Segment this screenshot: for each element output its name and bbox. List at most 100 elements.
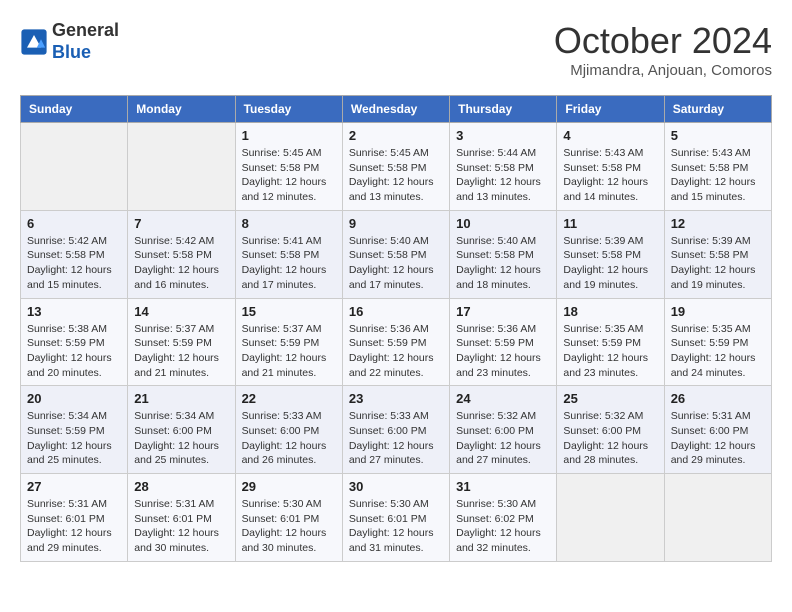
calendar-week-row: 27 Sunrise: 5:31 AM Sunset: 6:01 PM Dayli… bbox=[21, 474, 772, 562]
calendar-cell: 2 Sunrise: 5:45 AM Sunset: 5:58 PM Daylig… bbox=[342, 123, 449, 211]
calendar-cell: 10Sunrise: 5:40 AM Sunset: 5:58 PM Dayli… bbox=[450, 210, 557, 298]
calendar-table: SundayMondayTuesdayWednesdayThursdayFrid… bbox=[20, 95, 772, 562]
calendar-cell: 18 Sunrise: 5:35 AM Sunset: 5:59 PM Dayli… bbox=[557, 298, 664, 386]
day-info: Sunrise: 5:36 AM Sunset: 5:59 PM Dayligh… bbox=[456, 322, 550, 381]
day-info: Sunrise: 5:43 AM Sunset: 5:58 PM Dayligh… bbox=[671, 146, 765, 205]
weekday-header: Thursday bbox=[450, 96, 557, 123]
calendar-cell: 15 Sunrise: 5:37 AM Sunset: 5:59 PM Dayli… bbox=[235, 298, 342, 386]
calendar-cell: 24Sunrise: 5:32 AM Sunset: 6:00 PM Dayli… bbox=[450, 386, 557, 474]
day-info: Sunrise: 5:42 AM Sunset: 5:58 PM Dayligh… bbox=[134, 234, 228, 293]
day-info: Sunrise: 5:43 AM Sunset: 5:58 PM Dayligh… bbox=[563, 146, 657, 205]
weekday-header: Wednesday bbox=[342, 96, 449, 123]
day-info: Sunrise: 5:38 AM Sunset: 5:59 PM Dayligh… bbox=[27, 322, 121, 381]
weekday-header: Friday bbox=[557, 96, 664, 123]
location: Mjimandra, Anjouan, Comoros bbox=[554, 62, 772, 79]
calendar-cell bbox=[128, 123, 235, 211]
calendar-cell: 25Sunrise: 5:32 AM Sunset: 6:00 PM Dayli… bbox=[557, 386, 664, 474]
calendar-week-row: 13 Sunrise: 5:38 AM Sunset: 5:59 PM Dayli… bbox=[21, 298, 772, 386]
logo: General Blue bbox=[20, 20, 119, 63]
day-number: 31 bbox=[456, 479, 550, 494]
day-number: 30 bbox=[349, 479, 443, 494]
day-number: 7 bbox=[134, 216, 228, 231]
calendar-cell bbox=[21, 123, 128, 211]
day-info: Sunrise: 5:37 AM Sunset: 5:59 PM Dayligh… bbox=[242, 322, 336, 381]
day-info: Sunrise: 5:42 AM Sunset: 5:58 PM Dayligh… bbox=[27, 234, 121, 293]
day-info: Sunrise: 5:44 AM Sunset: 5:58 PM Dayligh… bbox=[456, 146, 550, 205]
day-number: 22 bbox=[242, 391, 336, 406]
weekday-header: Sunday bbox=[21, 96, 128, 123]
day-number: 4 bbox=[563, 128, 657, 143]
day-info: Sunrise: 5:35 AM Sunset: 5:59 PM Dayligh… bbox=[671, 322, 765, 381]
day-info: Sunrise: 5:34 AM Sunset: 5:59 PM Dayligh… bbox=[27, 409, 121, 468]
calendar-cell: 26 Sunrise: 5:31 AM Sunset: 6:00 PM Dayli… bbox=[664, 386, 771, 474]
calendar-cell: 14Sunrise: 5:37 AM Sunset: 5:59 PM Dayli… bbox=[128, 298, 235, 386]
calendar-cell: 22 Sunrise: 5:33 AM Sunset: 6:00 PM Dayli… bbox=[235, 386, 342, 474]
calendar-cell: 28 Sunrise: 5:31 AM Sunset: 6:01 PM Dayli… bbox=[128, 474, 235, 562]
calendar-cell bbox=[557, 474, 664, 562]
title-area: October 2024 Mjimandra, Anjouan, Comoros bbox=[554, 20, 772, 79]
day-info: Sunrise: 5:30 AM Sunset: 6:01 PM Dayligh… bbox=[349, 497, 443, 556]
calendar-cell: 5 Sunrise: 5:43 AM Sunset: 5:58 PM Daylig… bbox=[664, 123, 771, 211]
day-info: Sunrise: 5:30 AM Sunset: 6:02 PM Dayligh… bbox=[456, 497, 550, 556]
day-number: 20 bbox=[27, 391, 121, 406]
weekday-row: SundayMondayTuesdayWednesdayThursdayFrid… bbox=[21, 96, 772, 123]
logo-text: General Blue bbox=[52, 20, 119, 63]
calendar-cell: 9Sunrise: 5:40 AM Sunset: 5:58 PM Daylig… bbox=[342, 210, 449, 298]
day-number: 8 bbox=[242, 216, 336, 231]
calendar-week-row: 1 Sunrise: 5:45 AM Sunset: 5:58 PM Daylig… bbox=[21, 123, 772, 211]
calendar-cell: 8Sunrise: 5:41 AM Sunset: 5:58 PM Daylig… bbox=[235, 210, 342, 298]
calendar-cell: 13 Sunrise: 5:38 AM Sunset: 5:59 PM Dayli… bbox=[21, 298, 128, 386]
calendar-cell: 7 Sunrise: 5:42 AM Sunset: 5:58 PM Daylig… bbox=[128, 210, 235, 298]
day-number: 2 bbox=[349, 128, 443, 143]
day-info: Sunrise: 5:31 AM Sunset: 6:01 PM Dayligh… bbox=[134, 497, 228, 556]
day-number: 1 bbox=[242, 128, 336, 143]
logo-icon bbox=[20, 28, 48, 56]
day-number: 16 bbox=[349, 304, 443, 319]
day-number: 11 bbox=[563, 216, 657, 231]
day-number: 6 bbox=[27, 216, 121, 231]
day-info: Sunrise: 5:35 AM Sunset: 5:59 PM Dayligh… bbox=[563, 322, 657, 381]
day-number: 15 bbox=[242, 304, 336, 319]
calendar-cell: 20 Sunrise: 5:34 AM Sunset: 5:59 PM Dayli… bbox=[21, 386, 128, 474]
calendar-cell: 12 Sunrise: 5:39 AM Sunset: 5:58 PM Dayli… bbox=[664, 210, 771, 298]
day-number: 29 bbox=[242, 479, 336, 494]
day-number: 3 bbox=[456, 128, 550, 143]
day-info: Sunrise: 5:45 AM Sunset: 5:58 PM Dayligh… bbox=[242, 146, 336, 205]
day-number: 27 bbox=[27, 479, 121, 494]
day-info: Sunrise: 5:45 AM Sunset: 5:58 PM Dayligh… bbox=[349, 146, 443, 205]
day-info: Sunrise: 5:34 AM Sunset: 6:00 PM Dayligh… bbox=[134, 409, 228, 468]
day-number: 24 bbox=[456, 391, 550, 406]
calendar-body: 1 Sunrise: 5:45 AM Sunset: 5:58 PM Daylig… bbox=[21, 123, 772, 562]
day-number: 21 bbox=[134, 391, 228, 406]
calendar-cell: 16Sunrise: 5:36 AM Sunset: 5:59 PM Dayli… bbox=[342, 298, 449, 386]
day-info: Sunrise: 5:40 AM Sunset: 5:58 PM Dayligh… bbox=[456, 234, 550, 293]
day-info: Sunrise: 5:33 AM Sunset: 6:00 PM Dayligh… bbox=[349, 409, 443, 468]
day-info: Sunrise: 5:40 AM Sunset: 5:58 PM Dayligh… bbox=[349, 234, 443, 293]
calendar-cell: 21 Sunrise: 5:34 AM Sunset: 6:00 PM Dayli… bbox=[128, 386, 235, 474]
logo-blue: Blue bbox=[52, 42, 119, 64]
calendar-cell: 29 Sunrise: 5:30 AM Sunset: 6:01 PM Dayli… bbox=[235, 474, 342, 562]
calendar-cell: 6 Sunrise: 5:42 AM Sunset: 5:58 PM Daylig… bbox=[21, 210, 128, 298]
day-number: 18 bbox=[563, 304, 657, 319]
calendar-header: SundayMondayTuesdayWednesdayThursdayFrid… bbox=[21, 96, 772, 123]
day-info: Sunrise: 5:39 AM Sunset: 5:58 PM Dayligh… bbox=[671, 234, 765, 293]
weekday-header: Tuesday bbox=[235, 96, 342, 123]
calendar-cell: 27Sunrise: 5:31 AM Sunset: 6:01 PM Dayli… bbox=[21, 474, 128, 562]
day-number: 5 bbox=[671, 128, 765, 143]
day-number: 23 bbox=[349, 391, 443, 406]
day-info: Sunrise: 5:30 AM Sunset: 6:01 PM Dayligh… bbox=[242, 497, 336, 556]
day-info: Sunrise: 5:31 AM Sunset: 6:00 PM Dayligh… bbox=[671, 409, 765, 468]
day-info: Sunrise: 5:33 AM Sunset: 6:00 PM Dayligh… bbox=[242, 409, 336, 468]
day-number: 13 bbox=[27, 304, 121, 319]
page-header: General Blue October 2024 Mjimandra, Anj… bbox=[20, 20, 772, 79]
calendar-week-row: 20 Sunrise: 5:34 AM Sunset: 5:59 PM Dayli… bbox=[21, 386, 772, 474]
calendar-cell: 23 Sunrise: 5:33 AM Sunset: 6:00 PM Dayli… bbox=[342, 386, 449, 474]
calendar-cell: 30 Sunrise: 5:30 AM Sunset: 6:01 PM Dayli… bbox=[342, 474, 449, 562]
calendar-cell: 31 Sunrise: 5:30 AM Sunset: 6:02 PM Dayli… bbox=[450, 474, 557, 562]
calendar-cell: 11Sunrise: 5:39 AM Sunset: 5:58 PM Dayli… bbox=[557, 210, 664, 298]
calendar-cell bbox=[664, 474, 771, 562]
day-number: 12 bbox=[671, 216, 765, 231]
day-info: Sunrise: 5:32 AM Sunset: 6:00 PM Dayligh… bbox=[563, 409, 657, 468]
day-number: 26 bbox=[671, 391, 765, 406]
day-number: 28 bbox=[134, 479, 228, 494]
